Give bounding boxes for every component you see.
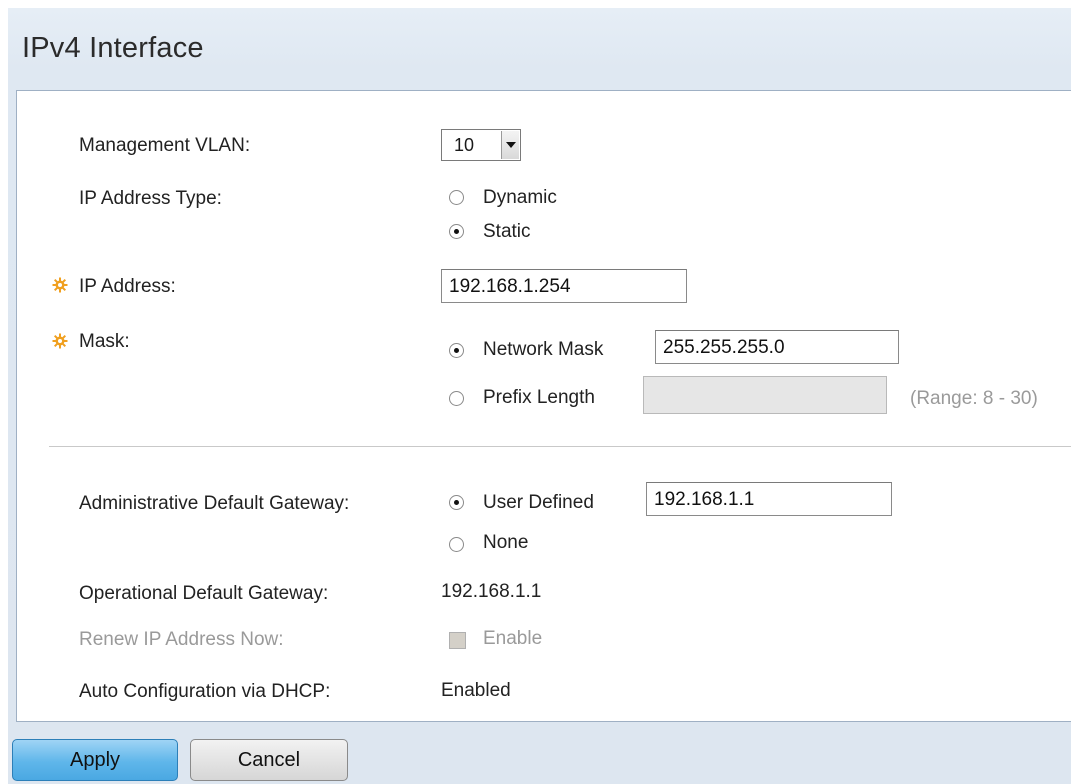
apply-button[interactable]: Apply	[12, 739, 178, 781]
radio-static-label: Static	[483, 221, 531, 242]
operational-default-gateway-label: Operational Default Gateway:	[79, 583, 329, 604]
network-mask-input[interactable]: 255.255.255.0	[655, 330, 899, 364]
management-vlan-value: 10	[454, 135, 475, 155]
radio-static[interactable]	[449, 224, 464, 239]
radio-none-label: None	[483, 532, 529, 553]
page: IPv4 Interface Management VLAN: 10 IP Ad…	[8, 8, 1071, 784]
ip-address-type-label: IP Address Type:	[79, 188, 222, 209]
radio-prefix-length-label: Prefix Length	[483, 387, 595, 408]
chevron-down-icon[interactable]	[501, 131, 519, 159]
prefix-range-hint: (Range: 8 - 30)	[910, 388, 1038, 409]
radio-user-defined-label: User Defined	[483, 492, 594, 513]
radio-network-mask-label: Network Mask	[483, 339, 604, 360]
settings-panel: Management VLAN: 10 IP Address Type: Dyn…	[16, 90, 1071, 722]
ip-address-input[interactable]: 192.168.1.254	[441, 269, 687, 303]
auto-config-label: Auto Configuration via DHCP:	[79, 681, 331, 702]
radio-user-defined[interactable]	[449, 495, 464, 510]
management-vlan-label: Management VLAN:	[79, 135, 251, 156]
mask-label: Mask:	[79, 331, 130, 352]
radio-network-mask[interactable]	[449, 343, 464, 358]
renew-ip-checkbox-label: Enable	[483, 628, 543, 649]
prefix-length-input[interactable]	[643, 376, 887, 414]
admin-default-gateway-label: Administrative Default Gateway:	[79, 493, 350, 514]
cancel-button[interactable]: Cancel	[190, 739, 348, 781]
required-icon	[52, 333, 68, 349]
radio-dynamic[interactable]	[449, 190, 464, 205]
renew-ip-checkbox[interactable]	[449, 632, 466, 649]
required-icon	[52, 277, 68, 293]
auto-config-value: Enabled	[441, 680, 511, 701]
management-vlan-select[interactable]: 10	[441, 129, 521, 161]
user-defined-gateway-input[interactable]: 192.168.1.1	[646, 482, 892, 516]
operational-default-gateway-value: 192.168.1.1	[441, 581, 542, 602]
page-title: IPv4 Interface	[22, 32, 204, 64]
ip-address-label: IP Address:	[79, 276, 176, 297]
radio-none[interactable]	[449, 537, 464, 552]
section-divider	[49, 446, 1071, 447]
renew-ip-label: Renew IP Address Now:	[79, 629, 284, 650]
radio-dynamic-label: Dynamic	[483, 187, 557, 208]
radio-prefix-length[interactable]	[449, 391, 464, 406]
